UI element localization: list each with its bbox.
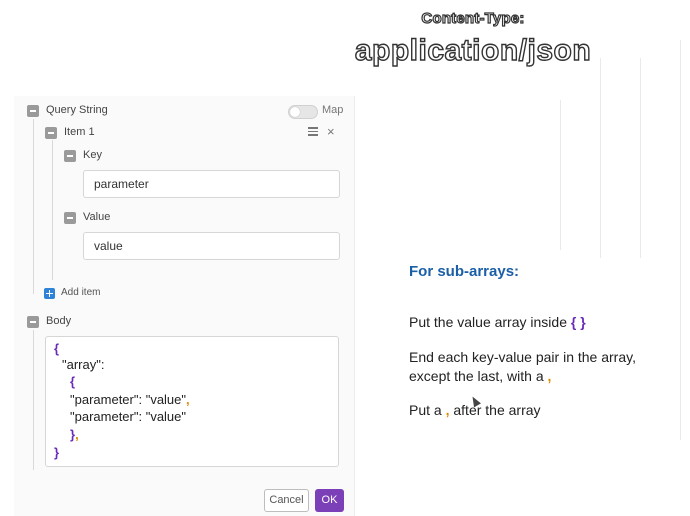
note-end-pair-line1: End each key-value pair in the array, [409, 349, 636, 365]
note-value-array: Put the value array inside { } [409, 314, 586, 330]
query-string-collapse-toggle[interactable] [27, 105, 39, 117]
code-inner-open-brace: { [70, 374, 76, 389]
content-type-value: application/json [354, 33, 592, 67]
ok-button[interactable]: OK [315, 489, 344, 512]
cancel-button[interactable]: Cancel [264, 489, 309, 512]
map-toggle[interactable] [288, 105, 318, 119]
tree-line [33, 119, 34, 294]
code-array-key: "array": [62, 357, 105, 372]
value-input[interactable]: value [83, 232, 340, 260]
value-collapse-toggle[interactable] [64, 212, 76, 224]
background-line [600, 58, 601, 258]
query-string-label: Query String [46, 104, 108, 116]
sub-arrays-heading: For sub-arrays: [409, 263, 520, 280]
key-label: Key [83, 149, 102, 161]
tree-line [52, 140, 53, 280]
note-end-pair-line2: except the last, with a , [409, 368, 552, 384]
add-item-icon[interactable] [44, 288, 55, 299]
content-type-label: Content-Type: [421, 9, 525, 27]
code-inner-close-brace: }, [70, 427, 79, 442]
background-line [560, 100, 561, 250]
body-collapse-toggle[interactable] [27, 316, 39, 328]
add-item-button[interactable]: Add item [61, 287, 100, 298]
body-textarea[interactable]: { "array": { "parameter": "value", "para… [45, 336, 339, 467]
code-pair-1: "parameter": "value", [70, 392, 190, 407]
hamburger-icon[interactable] [308, 127, 318, 136]
background-line [640, 58, 641, 258]
key-input[interactable]: parameter [83, 170, 340, 198]
item-collapse-toggle[interactable] [45, 127, 57, 139]
map-label: Map [322, 104, 344, 116]
close-icon[interactable]: × [327, 124, 335, 139]
value-label: Value [83, 211, 111, 223]
code-pair-2: "parameter": "value" [70, 409, 187, 424]
background-line [680, 40, 681, 440]
code-close-brace: } [54, 445, 60, 460]
tree-line [33, 330, 34, 470]
key-collapse-toggle[interactable] [64, 150, 76, 162]
code-open-brace: { [54, 341, 60, 356]
body-label: Body [46, 315, 72, 327]
item-label: Item 1 [64, 126, 95, 138]
